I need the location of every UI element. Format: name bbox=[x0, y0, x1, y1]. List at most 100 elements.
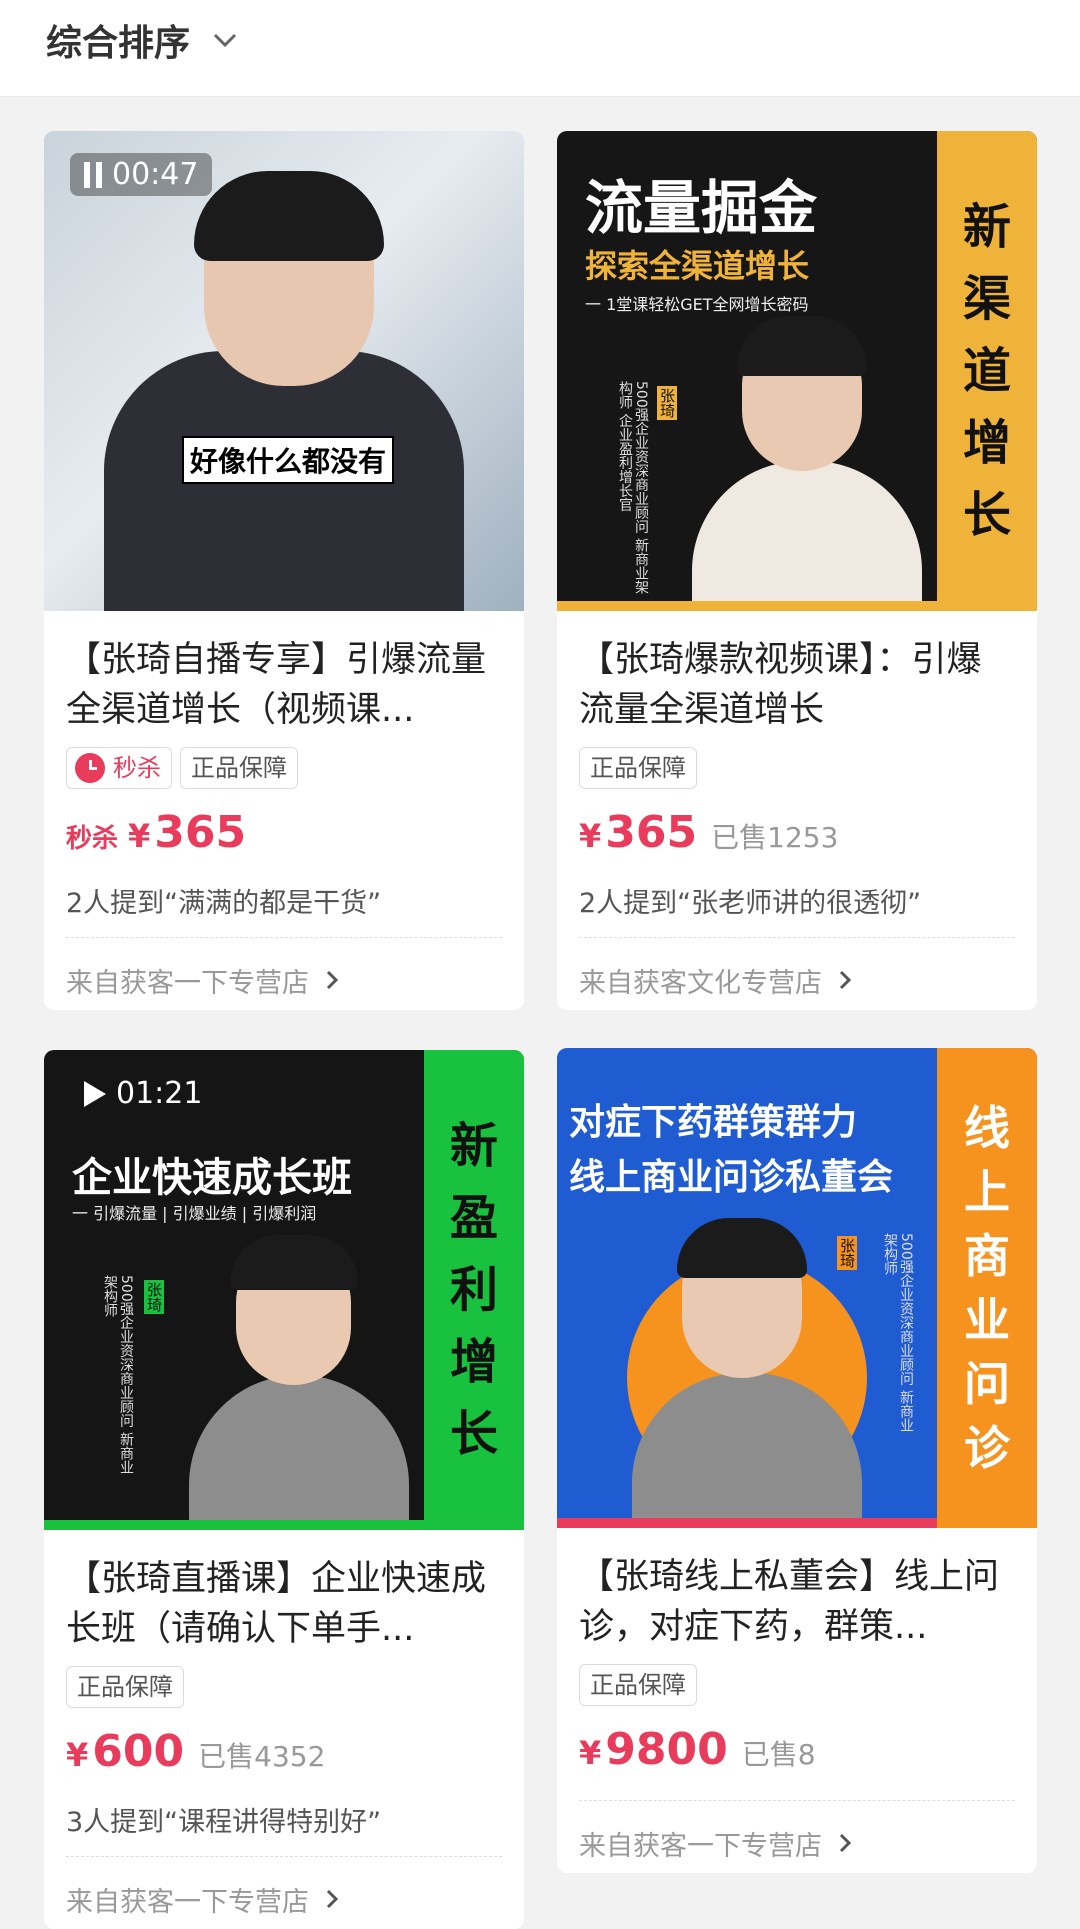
video-caption: 好像什么都没有 bbox=[182, 436, 395, 484]
play-icon[interactable] bbox=[84, 1080, 106, 1107]
product-video-thumbnail[interactable]: 01:21 企业快速成长班 一 引爆流量 | 引爆业绩 | 引爆利润 500强企… bbox=[44, 1050, 524, 1530]
side-char: 增 bbox=[449, 1334, 498, 1390]
review-summary: 3人提到“课程讲得特别好” bbox=[66, 1807, 382, 1838]
flash-sale-label: 秒杀 bbox=[113, 754, 161, 782]
shop-name: 来自获客一下专营店 bbox=[579, 1830, 822, 1862]
presenter-hair bbox=[737, 316, 867, 376]
side-char: 业 bbox=[964, 1293, 1010, 1347]
side-char: 盈 bbox=[449, 1190, 498, 1246]
product-card[interactable]: 对症下药群策群力 线上商业问诊私董会 500强企业资深商业顾问 新商业架构师 张… bbox=[557, 1048, 1037, 1873]
presenter-figure bbox=[692, 461, 922, 611]
poster-side-band: 新 盈 利 增 长 bbox=[424, 1050, 524, 1530]
sold-count: 已售1253 bbox=[711, 821, 839, 854]
product-title[interactable]: 【张琦爆款视频课】：引爆流量全渠道增长 bbox=[579, 635, 1015, 735]
presenter-hair bbox=[194, 171, 384, 261]
chevron-right-icon bbox=[839, 970, 852, 990]
poster-tagline: 一 1堂课轻松GET全网增长密码 bbox=[585, 295, 809, 314]
poster-bio: 500强企业资深商业顾问 新商业架构师 企业盈利增长官 bbox=[617, 381, 649, 595]
video-time: 00:47 bbox=[112, 157, 199, 192]
sort-dropdown[interactable]: 综合排序 bbox=[46, 10, 238, 70]
sort-bar: 综合排序 bbox=[0, 0, 1080, 97]
poster-accent-bar bbox=[557, 1518, 937, 1528]
poster-name: 张琦 bbox=[657, 386, 677, 420]
side-char: 诊 bbox=[964, 1421, 1010, 1475]
poster-name: 张琦 bbox=[837, 1236, 857, 1270]
poster-side-band: 线 上 商 业 问 诊 bbox=[937, 1048, 1037, 1528]
poster-title: 对症下药群策群力 bbox=[569, 1102, 858, 1143]
product-poster[interactable]: 流量掘金 探索全渠道增长 一 1堂课轻松GET全网增长密码 500强企业资深商业… bbox=[557, 131, 1037, 611]
authentic-tag: 正品保障 bbox=[579, 747, 697, 789]
chevron-right-icon bbox=[839, 1833, 852, 1853]
poster-bio: 500强企业资深商业顾问 新商业架构师 bbox=[882, 1233, 914, 1433]
sort-label: 综合排序 bbox=[46, 23, 191, 64]
chevron-down-icon bbox=[213, 33, 237, 48]
side-char: 长 bbox=[962, 487, 1011, 543]
video-duration-badge: 00:47 bbox=[70, 153, 213, 196]
price: 365 bbox=[605, 807, 698, 858]
side-char: 渠 bbox=[962, 271, 1011, 327]
poster-name: 张琦 bbox=[144, 1280, 164, 1314]
product-video-thumbnail[interactable]: 00:47 好像什么都没有 bbox=[44, 131, 524, 611]
authentic-tag: 正品保障 bbox=[66, 1666, 184, 1708]
presenter-hair bbox=[677, 1218, 807, 1278]
side-char: 利 bbox=[449, 1262, 498, 1318]
sold-count: 已售8 bbox=[741, 1738, 816, 1771]
currency-symbol: ¥ bbox=[128, 817, 151, 855]
price: 365 bbox=[154, 807, 247, 858]
presenter-hair bbox=[230, 1235, 358, 1290]
poster-title: 企业快速成长班 bbox=[72, 1155, 352, 1201]
poster-accent-bar bbox=[44, 1520, 424, 1530]
side-char: 上 bbox=[964, 1165, 1010, 1219]
shop-name: 来自获客一下专营店 bbox=[66, 1886, 309, 1918]
price-row: ¥ 365 已售1253 bbox=[579, 807, 1015, 867]
authentic-tag: 正品保障 bbox=[180, 747, 298, 789]
shop-name: 来自获客文化专营店 bbox=[579, 967, 822, 999]
pause-icon[interactable] bbox=[84, 161, 102, 188]
poster-title: 流量掘金 bbox=[585, 174, 818, 242]
poster-tagline: 一 引爆流量 | 引爆业绩 | 引爆利润 bbox=[72, 1204, 317, 1223]
side-char: 问 bbox=[964, 1357, 1010, 1411]
price-row: 秒杀 ¥ 365 bbox=[66, 807, 502, 867]
flash-sale-tag: 秒杀 bbox=[66, 747, 172, 789]
side-char: 新 bbox=[449, 1118, 498, 1174]
product-title[interactable]: 【张琦自播专享】引爆流量全渠道增长（视频课... bbox=[66, 635, 502, 735]
price: 600 bbox=[92, 1726, 185, 1777]
presenter-figure bbox=[189, 1375, 409, 1530]
product-title[interactable]: 【张琦线上私董会】线上问诊，对症下药，群策... bbox=[579, 1552, 1015, 1652]
price: 9800 bbox=[605, 1724, 728, 1775]
shop-link[interactable]: 来自获客文化专营店 bbox=[579, 937, 1015, 1010]
side-char: 新 bbox=[962, 199, 1011, 255]
poster-title-line2: 线上商业问诊私董会 bbox=[569, 1157, 894, 1198]
chevron-right-icon bbox=[326, 1889, 339, 1909]
authentic-tag: 正品保障 bbox=[579, 1664, 697, 1706]
product-poster[interactable]: 对症下药群策群力 线上商业问诊私董会 500强企业资深商业顾问 新商业架构师 张… bbox=[557, 1048, 1037, 1528]
shop-name: 来自获客一下专营店 bbox=[66, 967, 309, 999]
currency-symbol: ¥ bbox=[66, 1736, 89, 1774]
price-row: ¥ 9800 已售8 bbox=[579, 1724, 1015, 1784]
poster-side-band: 新 渠 道 增 长 bbox=[937, 131, 1037, 611]
currency-symbol: ¥ bbox=[579, 1734, 602, 1772]
product-title[interactable]: 【张琦直播课】企业快速成长班（请确认下单手... bbox=[66, 1554, 502, 1654]
price-row: ¥ 600 已售4352 bbox=[66, 1726, 502, 1786]
product-card[interactable]: 01:21 企业快速成长班 一 引爆流量 | 引爆业绩 | 引爆利润 500强企… bbox=[44, 1050, 524, 1929]
poster-bio: 500强企业资深商业顾问 新商业架构师 bbox=[102, 1275, 134, 1475]
side-char: 长 bbox=[449, 1406, 498, 1462]
poster-accent-bar bbox=[557, 601, 937, 611]
shop-link[interactable]: 来自获客一下专营店 bbox=[579, 1800, 1015, 1873]
review-summary: 2人提到“张老师讲的很透彻” bbox=[579, 888, 922, 919]
video-duration-badge: 01:21 bbox=[70, 1072, 216, 1115]
side-char: 线 bbox=[964, 1101, 1010, 1155]
review-summary: 2人提到“满满的都是干货” bbox=[66, 888, 382, 919]
shop-link[interactable]: 来自获客一下专营店 bbox=[66, 1856, 502, 1929]
chevron-right-icon bbox=[326, 970, 339, 990]
video-time: 01:21 bbox=[116, 1076, 203, 1111]
currency-symbol: ¥ bbox=[579, 817, 602, 855]
side-char: 增 bbox=[962, 415, 1011, 471]
sold-count: 已售4352 bbox=[198, 1740, 326, 1773]
flash-price-label: 秒杀 bbox=[66, 824, 119, 854]
product-card[interactable]: 流量掘金 探索全渠道增长 一 1堂课轻松GET全网增长密码 500强企业资深商业… bbox=[557, 131, 1037, 1010]
poster-subtitle: 探索全渠道增长 bbox=[585, 247, 810, 285]
side-char: 道 bbox=[962, 343, 1011, 399]
shop-link[interactable]: 来自获客一下专营店 bbox=[66, 937, 502, 1010]
product-card[interactable]: 00:47 好像什么都没有 【张琦自播专享】引爆流量全渠道增长（视频课... 秒… bbox=[44, 131, 524, 1010]
